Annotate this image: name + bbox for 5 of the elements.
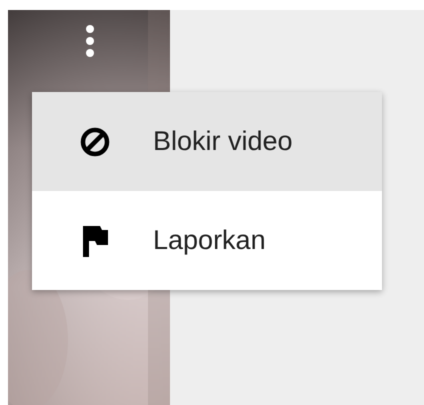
more-icon[interactable] — [85, 24, 95, 58]
menu-item[interactable]: Laporkan — [32, 191, 382, 290]
flag-icon — [82, 224, 108, 256]
block-icon — [80, 126, 110, 156]
menu-item[interactable]: Blokir video — [32, 92, 382, 191]
